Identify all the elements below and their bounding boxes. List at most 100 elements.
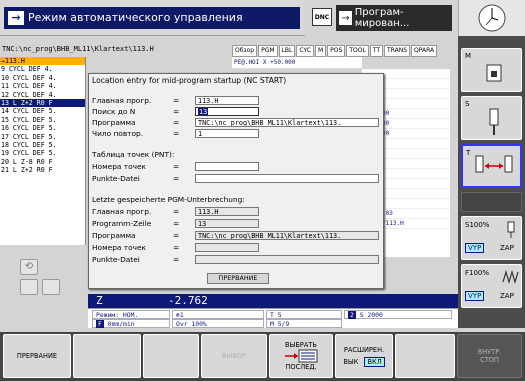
extended-label: РАСШИРЕН. — [343, 346, 385, 354]
last-point-label: Номера точек — [92, 243, 146, 252]
select-softkey[interactable]: ВЫБОР — [201, 334, 267, 378]
interrupt-dialog-button[interactable]: ПРЕРВАНИЕ — [207, 273, 269, 284]
empty-softkey[interactable] — [395, 334, 455, 378]
feed-badge-icon: F — [96, 320, 104, 328]
t-tool-key[interactable]: T — [461, 144, 522, 188]
list-item[interactable]: 19 CYCL DEF 5. — [0, 149, 85, 157]
spindle-value: S 2000 — [359, 311, 383, 319]
select-last-softkey[interactable]: ВЫБРАТЬ ПОСЛЕД. — [269, 334, 333, 378]
feed-zap: ZAP — [500, 292, 514, 300]
axis-value: -2.762 — [168, 294, 208, 307]
last-point-field — [195, 243, 259, 252]
s-spindle-key[interactable]: S — [461, 96, 522, 140]
eq-sign: = — [173, 174, 180, 183]
feed-override[interactable]: F100% VYP ZAP — [461, 264, 522, 308]
search-label: Поиск до N — [92, 107, 136, 116]
list-item[interactable]: 14 CYCL DEF 5. — [0, 107, 85, 115]
spindle-icon — [489, 108, 499, 135]
last-file-label: Punkte-Datei — [92, 255, 140, 264]
t-key-label: T — [466, 149, 471, 157]
last-prog-label: Программа — [92, 231, 136, 240]
eq-sign: = — [173, 96, 180, 105]
eq-sign: = — [173, 219, 180, 228]
tool-change-icon — [475, 155, 513, 173]
spindle-status: 2 S 2000 — [344, 310, 452, 319]
spindle-override[interactable]: S100% VYP ZAP — [461, 216, 522, 260]
spindle-zap: ZAP — [500, 244, 514, 252]
list-item[interactable]: 9 CYCL DEF 4. — [0, 65, 85, 73]
s-key-label: S — [465, 100, 470, 108]
m-key-label: M — [465, 52, 472, 60]
program-path: TNC:\nc_prog\BHB_ML11\Klartext\113.H — [2, 45, 154, 53]
list-item[interactable]: 18 CYCL DEF 5. — [0, 141, 85, 149]
main-prog-label: Главная прогр. — [92, 96, 152, 105]
last-saved-header: Letzte gespeicherte PGM-Unterbrechung: — [92, 195, 245, 204]
list-item[interactable]: 16 CYCL DEF 5. — [0, 124, 85, 132]
spindle-small-icon — [507, 221, 515, 238]
list-item[interactable]: 17 CYCL DEF 5. — [0, 133, 85, 141]
points-file-field[interactable] — [195, 174, 379, 183]
mid-program-startup-dialog: Location entry for mid-program startup (… — [88, 73, 384, 289]
program-label: Программа — [92, 118, 136, 127]
blank-button[interactable] — [20, 279, 38, 295]
axis-label: Z — [96, 294, 103, 307]
list-item[interactable]: →113.H — [0, 57, 85, 66]
header-bar: → Режим автоматического управления — [0, 0, 305, 36]
tab-qpara[interactable]: QPARA — [411, 45, 438, 57]
override-status: Ovr 100% — [172, 319, 264, 328]
programming-arrow-icon: → — [339, 11, 352, 25]
list-item[interactable]: 10 CYCL DEF 4. — [0, 74, 85, 82]
empty-softkey[interactable] — [73, 334, 141, 378]
extended-toggle: ВЫК ВКЛ — [343, 357, 385, 367]
select-last-icon — [285, 349, 318, 363]
internal-stop-softkey[interactable]: ВНУТР. СТОП — [457, 334, 522, 378]
status-row: Режим: НОМ. ⊕1 T 5 2 S 2000 F 0mm/min Ov… — [88, 308, 458, 328]
tab-cyc[interactable]: CYC — [296, 45, 314, 57]
list-item[interactable]: 20 L Z-8 R0 F — [0, 158, 85, 166]
tool-status: T 5 — [266, 310, 342, 319]
tab-trans[interactable]: TRANS — [384, 45, 411, 57]
eq-sign: = — [173, 118, 180, 127]
eq-sign: = — [173, 207, 180, 216]
last-file-field — [195, 255, 379, 264]
extended-softkey[interactable]: РАСШИРЕН. ВЫК ВКЛ — [335, 334, 393, 378]
program-field[interactable]: TNC:\nc_prog\BHB_ML11\Klartext\113. — [195, 118, 379, 127]
list-item-selected[interactable]: 13 L Z+2 R0 F — [0, 98, 85, 108]
tab-pos[interactable]: POS — [327, 45, 346, 57]
extended-on: ВКЛ — [364, 357, 385, 367]
list-item[interactable]: 11 CYCL DEF 4. — [0, 82, 85, 90]
eq-sign: = — [173, 255, 180, 264]
dnc-icon[interactable]: DNC — [312, 8, 332, 26]
dialog-title: Location entry for mid-program startup (… — [92, 76, 287, 85]
tab-pgm[interactable]: PGM — [258, 45, 278, 57]
mode-title: Режим автоматического управления — [28, 11, 243, 24]
empty-softkey[interactable] — [143, 334, 199, 378]
list-item[interactable]: 12 CYCL DEF 4. — [0, 91, 85, 99]
tab-tt[interactable]: TT — [369, 45, 384, 57]
tab-overview[interactable]: Обзор — [232, 45, 258, 57]
tab-tool[interactable]: TOOL — [346, 45, 369, 57]
operating-mode[interactable]: → Режим автоматического управления — [4, 6, 300, 29]
blank-button[interactable] — [42, 279, 60, 295]
mode-status: Режим: НОМ. — [92, 310, 170, 319]
tab-m[interactable]: M — [314, 45, 327, 57]
point-no-field[interactable] — [195, 162, 259, 171]
spindle-override-label: S100% — [465, 221, 490, 229]
tab-lbl[interactable]: LBL — [278, 45, 296, 57]
search-field[interactable]: 13 — [195, 107, 259, 116]
refresh-button[interactable]: ⟲ — [20, 259, 38, 275]
interrupt-softkey[interactable]: ПРЕРВАНИЕ — [3, 334, 71, 378]
m-function-key[interactable]: M — [461, 48, 522, 92]
position-display: Z -2.762 — [88, 294, 458, 308]
main-prog-field[interactable]: 113.H — [195, 96, 259, 105]
programming-mode[interactable]: → Програм- мирован... — [336, 5, 452, 31]
select-last-line1: ВЫБРАТЬ — [285, 341, 317, 349]
list-item[interactable]: 15 CYCL DEF 5. — [0, 116, 85, 124]
program-listing[interactable]: →113.H 9 CYCL DEF 4. 10 CYCL DEF 4. 11 C… — [0, 57, 86, 245]
status-tabs: Обзор PGM LBL CYC M POS TOOL TT TRANS QP… — [232, 45, 450, 57]
left-panel: ⟲ — [0, 245, 88, 328]
repeat-field[interactable]: 1 — [195, 129, 259, 138]
last-prog-field: TNC:\nc_prog\BHB_ML11\Klartext\113. — [195, 231, 379, 240]
last-line-label: Programm-Zeile — [92, 219, 152, 228]
list-item[interactable]: 21 L Z+2 R0 F — [0, 166, 85, 174]
